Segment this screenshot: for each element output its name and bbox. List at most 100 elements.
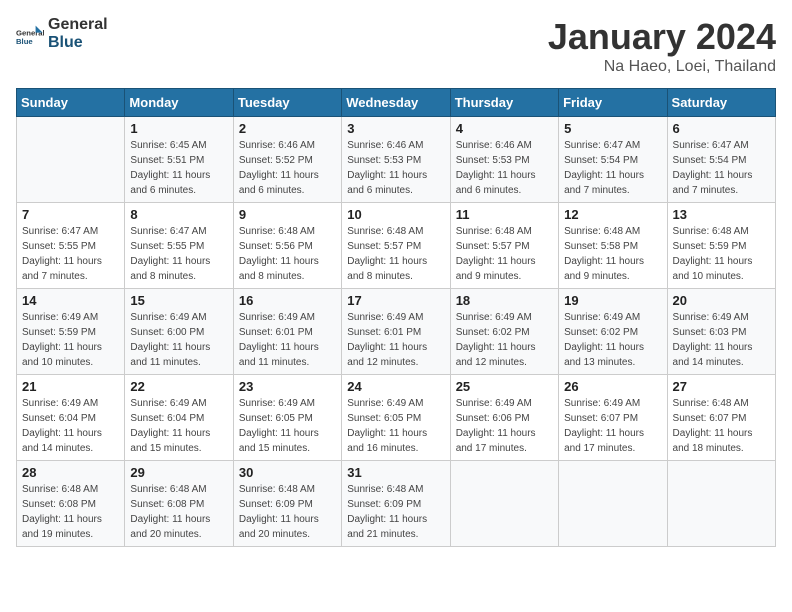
day-info: Sunrise: 6:49 AM Sunset: 6:05 PM Dayligh… [347,396,444,456]
day-info: Sunrise: 6:48 AM Sunset: 6:09 PM Dayligh… [239,482,336,542]
day-number: 13 [673,207,770,222]
day-number: 31 [347,465,444,480]
calendar-cell: 6 Sunrise: 6:47 AM Sunset: 5:54 PM Daylig… [667,117,775,203]
day-info: Sunrise: 6:47 AM Sunset: 5:54 PM Dayligh… [673,138,770,198]
calendar-cell: 3 Sunrise: 6:46 AM Sunset: 5:53 PM Daylig… [342,117,450,203]
day-number: 4 [456,121,553,136]
calendar-cell: 17 Sunrise: 6:49 AM Sunset: 6:01 PM Dayli… [342,289,450,375]
day-info: Sunrise: 6:49 AM Sunset: 6:03 PM Dayligh… [673,310,770,370]
day-number: 22 [130,379,227,394]
day-number: 27 [673,379,770,394]
day-info: Sunrise: 6:49 AM Sunset: 6:01 PM Dayligh… [347,310,444,370]
calendar-cell: 24 Sunrise: 6:49 AM Sunset: 6:05 PM Dayli… [342,375,450,461]
day-number: 2 [239,121,336,136]
calendar-cell: 25 Sunrise: 6:49 AM Sunset: 6:06 PM Dayli… [450,375,558,461]
calendar-cell: 22 Sunrise: 6:49 AM Sunset: 6:04 PM Dayli… [125,375,233,461]
day-info: Sunrise: 6:48 AM Sunset: 6:08 PM Dayligh… [130,482,227,542]
svg-text:Blue: Blue [16,36,33,45]
calendar-cell [667,461,775,547]
day-number: 14 [22,293,119,308]
calendar-cell: 16Sunrise: 6:49 AM Sunset: 6:01 PM Dayli… [233,289,341,375]
day-number: 25 [456,379,553,394]
day-info: Sunrise: 6:49 AM Sunset: 6:05 PM Dayligh… [239,396,336,456]
day-number: 29 [130,465,227,480]
calendar-cell: 18 Sunrise: 6:49 AM Sunset: 6:02 PM Dayli… [450,289,558,375]
day-info: Sunrise: 6:47 AM Sunset: 5:54 PM Dayligh… [564,138,661,198]
weekday-header: Thursday [450,89,558,117]
title-block: January 2024 Na Haeo, Loei, Thailand [548,16,776,76]
svg-text:General: General [16,28,44,37]
day-number: 28 [22,465,119,480]
calendar-cell [559,461,667,547]
day-number: 19 [564,293,661,308]
day-number: 1 [130,121,227,136]
weekday-header: Saturday [667,89,775,117]
day-info: Sunrise: 6:49 AM Sunset: 6:01 PM Dayligh… [239,310,336,370]
calendar-cell: 13 Sunrise: 6:48 AM Sunset: 5:59 PM Dayli… [667,203,775,289]
day-info: Sunrise: 6:46 AM Sunset: 5:53 PM Dayligh… [347,138,444,198]
calendar-cell: 23Sunrise: 6:49 AM Sunset: 6:05 PM Dayli… [233,375,341,461]
day-info: Sunrise: 6:48 AM Sunset: 5:57 PM Dayligh… [456,224,553,284]
calendar-cell: 11 Sunrise: 6:48 AM Sunset: 5:57 PM Dayli… [450,203,558,289]
calendar-cell: 27 Sunrise: 6:48 AM Sunset: 6:07 PM Dayli… [667,375,775,461]
day-info: Sunrise: 6:49 AM Sunset: 5:59 PM Dayligh… [22,310,119,370]
calendar-cell: 26 Sunrise: 6:49 AM Sunset: 6:07 PM Dayli… [559,375,667,461]
day-number: 26 [564,379,661,394]
calendar-cell: 2 Sunrise: 6:46 AM Sunset: 5:52 PM Daylig… [233,117,341,203]
day-info: Sunrise: 6:49 AM Sunset: 6:07 PM Dayligh… [564,396,661,456]
calendar-week-row: 28 Sunrise: 6:48 AM Sunset: 6:08 PM Dayli… [17,461,776,547]
day-number: 17 [347,293,444,308]
day-info: Sunrise: 6:49 AM Sunset: 6:06 PM Dayligh… [456,396,553,456]
calendar-cell: 4Sunrise: 6:46 AM Sunset: 5:53 PM Daylig… [450,117,558,203]
day-info: Sunrise: 6:48 AM Sunset: 5:56 PM Dayligh… [239,224,336,284]
calendar-week-row: 14 Sunrise: 6:49 AM Sunset: 5:59 PM Dayli… [17,289,776,375]
calendar-cell [450,461,558,547]
day-number: 9 [239,207,336,222]
page-header: General Blue General Blue January 2024 N… [16,16,776,76]
calendar-cell: 28 Sunrise: 6:48 AM Sunset: 6:08 PM Dayli… [17,461,125,547]
day-number: 3 [347,121,444,136]
calendar-cell: 5Sunrise: 6:47 AM Sunset: 5:54 PM Daylig… [559,117,667,203]
day-number: 20 [673,293,770,308]
day-number: 21 [22,379,119,394]
calendar-cell [17,117,125,203]
calendar-table: SundayMondayTuesdayWednesdayThursdayFrid… [16,88,776,547]
logo-icon: General Blue [16,20,44,48]
calendar-cell: 9 Sunrise: 6:48 AM Sunset: 5:56 PM Daylig… [233,203,341,289]
day-info: Sunrise: 6:45 AM Sunset: 5:51 PM Dayligh… [130,138,227,198]
weekday-header: Friday [559,89,667,117]
day-info: Sunrise: 6:48 AM Sunset: 6:08 PM Dayligh… [22,482,119,542]
day-info: Sunrise: 6:47 AM Sunset: 5:55 PM Dayligh… [130,224,227,284]
day-info: Sunrise: 6:48 AM Sunset: 5:57 PM Dayligh… [347,224,444,284]
day-number: 18 [456,293,553,308]
day-info: Sunrise: 6:49 AM Sunset: 6:04 PM Dayligh… [22,396,119,456]
day-number: 7 [22,207,119,222]
logo: General Blue General Blue [16,16,108,51]
day-number: 6 [673,121,770,136]
day-info: Sunrise: 6:49 AM Sunset: 6:02 PM Dayligh… [564,310,661,370]
calendar-cell: 30 Sunrise: 6:48 AM Sunset: 6:09 PM Dayli… [233,461,341,547]
calendar-week-row: 21 Sunrise: 6:49 AM Sunset: 6:04 PM Dayli… [17,375,776,461]
month-title: January 2024 [548,16,776,58]
calendar-cell: 20 Sunrise: 6:49 AM Sunset: 6:03 PM Dayli… [667,289,775,375]
weekday-header: Monday [125,89,233,117]
calendar-week-row: 1 Sunrise: 6:45 AM Sunset: 5:51 PM Daylig… [17,117,776,203]
calendar-cell: 1 Sunrise: 6:45 AM Sunset: 5:51 PM Daylig… [125,117,233,203]
day-info: Sunrise: 6:48 AM Sunset: 5:59 PM Dayligh… [673,224,770,284]
day-number: 24 [347,379,444,394]
day-number: 11 [456,207,553,222]
calendar-cell: 29 Sunrise: 6:48 AM Sunset: 6:08 PM Dayli… [125,461,233,547]
day-info: Sunrise: 6:48 AM Sunset: 5:58 PM Dayligh… [564,224,661,284]
day-number: 8 [130,207,227,222]
calendar-cell: 19 Sunrise: 6:49 AM Sunset: 6:02 PM Dayli… [559,289,667,375]
logo-blue-text: Blue [48,34,108,52]
calendar-cell: 8 Sunrise: 6:47 AM Sunset: 5:55 PM Daylig… [125,203,233,289]
day-info: Sunrise: 6:49 AM Sunset: 6:02 PM Dayligh… [456,310,553,370]
day-number: 12 [564,207,661,222]
day-info: Sunrise: 6:48 AM Sunset: 6:07 PM Dayligh… [673,396,770,456]
calendar-cell: 21 Sunrise: 6:49 AM Sunset: 6:04 PM Dayli… [17,375,125,461]
day-info: Sunrise: 6:46 AM Sunset: 5:52 PM Dayligh… [239,138,336,198]
calendar-cell: 15Sunrise: 6:49 AM Sunset: 6:00 PM Dayli… [125,289,233,375]
day-info: Sunrise: 6:49 AM Sunset: 6:04 PM Dayligh… [130,396,227,456]
day-number: 30 [239,465,336,480]
